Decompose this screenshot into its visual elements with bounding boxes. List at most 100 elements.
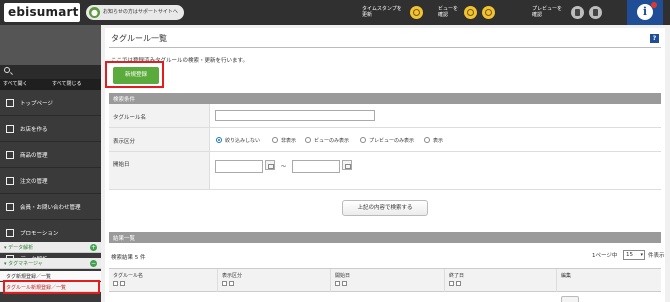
per-page-suffix: 件表示 [648,253,665,259]
radio-view-only-label: ビューのみ表示 [314,138,350,144]
result-count: 検索結果 5 件 [111,255,146,261]
radio-preview-only-label: プレビューのみ表示 [369,138,415,144]
sidebar-item-members[interactable]: 会員・お問い合わせ管理 [0,194,101,220]
expand-all-button[interactable]: すべて開く [3,80,27,89]
sort-asc-icon[interactable] [449,281,454,286]
main-area: タグルール一覧 ? ここでは登録済みタグルールの検索・更新を行います。 新規登録… [101,25,670,302]
table-row [109,292,661,302]
search-icon [4,67,10,73]
edit-button[interactable] [561,296,579,302]
logo[interactable]: ebisumart [4,3,80,22]
sort-asc-icon[interactable] [222,281,227,286]
notification-dot [651,2,657,8]
divider [109,47,661,48]
display-type-label-cell: 表示区分 [109,128,210,151]
col-label: タグルール名 [113,273,144,279]
sidebar-group-label: ▾ データ解析 [4,245,34,251]
radio-no-filter[interactable] [216,137,222,143]
sidebar-item-orders[interactable]: 注文の管理 [0,168,101,194]
radio-show[interactable] [424,137,430,143]
sort-asc-icon[interactable] [113,281,118,286]
radio-no-filter-label: 絞り込みしない [225,138,261,144]
radio-hidden-label: 非表示 [281,138,297,144]
preview-pc-icon[interactable] [571,6,584,19]
sidebar-item-label: プロモーション [20,231,59,237]
search-section-header: 検索条件 [109,93,661,104]
radio-hidden[interactable] [272,137,278,143]
info-button[interactable]: i [627,0,663,25]
radio-view-only[interactable] [305,137,311,143]
sidebar-item-shop[interactable]: お店を作る [0,116,101,142]
view-pc-icon[interactable] [464,6,477,19]
sidebar-group-data-analysis[interactable]: ▾ データ解析 + [0,242,101,253]
expand-collapse-bar: すべて開く すべて閉じる [0,79,101,90]
view-label: ビューを 確認 [438,6,459,18]
cart-icon [6,177,14,185]
results-section-title: 結果一覧 [113,236,136,242]
shop-icon [6,125,14,133]
display-type-row: 表示区分 絞り込みしない 非表示 ビューのみ表示 プレビューのみ表示 表示 [109,128,661,152]
highlight-box-sidebar [3,280,100,294]
start-date-from-input[interactable] [215,160,263,173]
support-label: お知らせの方はサポートサイトへ [103,9,178,15]
per-page-select[interactable]: 15 [623,250,645,260]
sidebar-item-label: 会員・お問い合わせ管理 [20,205,81,211]
sort-desc-icon[interactable] [229,281,234,286]
start-date-to-input[interactable] [292,160,340,173]
logo-text: ebisumart [8,5,79,19]
sort-asc-icon[interactable] [335,281,340,286]
content-panel: タグルール一覧 ? ここでは登録済みタグルールの検索・更新を行います。 新規登録… [105,28,665,302]
sidebar-group-tag-manager[interactable]: ▾ タグマネージャ − [0,258,101,269]
col-label: 終了日 [449,273,465,279]
display-type-label: 表示区分 [113,139,136,145]
preview-mobile-icon[interactable] [589,6,602,19]
megaphone-icon [6,229,14,237]
col-edit: 編集 [557,269,661,293]
results-section-header: 結果一覧 [109,232,661,243]
rule-name-row: タグルール名 [109,104,661,128]
sidebar-group-label: ▾ タグマネージャ [4,261,43,267]
sort-desc-icon[interactable] [120,281,125,286]
radio-preview-only[interactable] [360,137,366,143]
col-display-type: 表示区分 [218,269,331,293]
sidebar-item-products[interactable]: 商品の管理 [0,142,101,168]
sidebar-item-label: 商品の管理 [20,153,48,159]
timestamp-label: タイムスタンプを 更新 [362,6,402,18]
sidebar-subitem-label: タグ新規登録／一覧 [6,274,52,280]
search-section-title: 検索条件 [113,97,136,103]
sort-desc-icon[interactable] [342,281,347,286]
rule-name-label-cell: タグルール名 [109,104,210,127]
support-icon: ● [89,7,100,18]
help-icon[interactable]: ? [650,34,659,43]
calendar-icon[interactable] [342,160,352,170]
search-button[interactable]: 上記の内容で検索する [342,200,428,216]
person-icon [6,203,14,211]
sidebar-item-top[interactable]: トップページ [0,90,101,116]
rule-name-label: タグルール名 [113,115,147,121]
calendar-icon[interactable] [265,160,275,170]
table-header: タグルール名 表示区分 開始日 終了日 編集 [109,268,661,293]
radio-show-label: 表示 [433,138,444,144]
collapse-all-button[interactable]: すべて閉じる [52,80,81,89]
col-label: 表示区分 [222,273,243,279]
view-mobile-icon[interactable] [482,6,495,19]
sidebar-item-label: お店を作る [20,127,48,133]
col-label: 開始日 [335,273,351,279]
rule-name-input[interactable] [215,110,375,121]
timestamp-refresh-icon[interactable] [410,6,423,19]
minus-icon: − [90,260,97,267]
per-page-label: 1ページ中 [592,253,618,259]
col-rule-name: タグルール名 [109,269,218,293]
date-range-separator: 〜 [281,164,287,170]
start-date-label: 開始日 [113,162,130,168]
box-icon [6,151,14,159]
sidebar-item-label: 注文の管理 [20,179,48,185]
sidebar-search[interactable] [0,65,101,79]
col-start-date: 開始日 [331,269,445,293]
sidebar-item-label: トップページ [20,101,53,107]
flag-icon [6,99,14,107]
col-end-date: 終了日 [445,269,557,293]
support-site-button[interactable]: ● お知らせの方はサポートサイトへ [86,5,184,20]
sort-desc-icon[interactable] [456,281,461,286]
sidebar: すべて開く すべて閉じる トップページ お店を作る 商品の管理 注文の管理 会員… [0,25,101,302]
